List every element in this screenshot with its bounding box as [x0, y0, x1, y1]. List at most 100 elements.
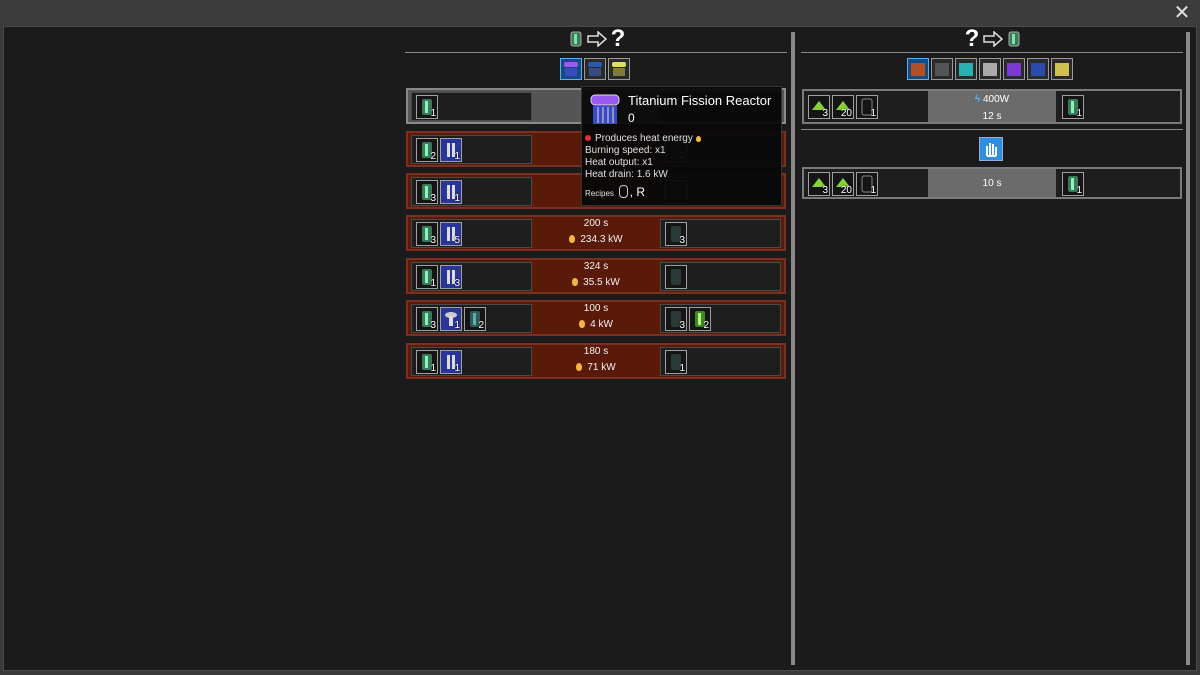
- empty-rod-icon[interactable]: 1: [856, 95, 878, 119]
- recipe-row[interactable]: 3 20 1 10 s 1: [802, 167, 1182, 199]
- right-scrollbar[interactable]: [1186, 32, 1190, 665]
- recipe-power: 35.5 kW: [583, 277, 620, 288]
- fuel-rod-icon[interactable]: 2: [416, 138, 438, 162]
- recipe-power: 400W: [982, 94, 1010, 105]
- empty-left-area: [4, 27, 404, 670]
- blue-rod-icon[interactable]: 3: [440, 265, 462, 289]
- yellow-machine-icon[interactable]: [1051, 58, 1073, 80]
- spent-rod-icon[interactable]: 1: [665, 350, 687, 374]
- input-slots: 1 3: [411, 262, 532, 291]
- purple-reactor-icon[interactable]: [560, 58, 582, 80]
- recipe-time: 10 s: [982, 178, 1002, 189]
- fuel-rod-icon[interactable]: 1: [1062, 172, 1084, 196]
- window-titlebar: ✕: [0, 0, 1200, 26]
- empty-rod-icon[interactable]: 1: [856, 172, 878, 196]
- output-slots: 3 2: [660, 304, 781, 333]
- recipe-power: 4 kW: [590, 319, 613, 330]
- right-section-divider: [801, 129, 1183, 130]
- recipe-power-line: ϟ 400W: [928, 94, 1056, 105]
- recipe-time: 12 s: [982, 111, 1002, 122]
- recipe-stats: 200 s 234.3 kW: [534, 217, 658, 249]
- heat-flame-icon: [576, 363, 583, 371]
- usage-header: ?: [560, 26, 634, 52]
- tooltip-recipes-hint: Recipes , R: [585, 185, 646, 199]
- input-slots: 3 1: [411, 177, 532, 206]
- recipe-power: 71 kW: [587, 362, 616, 373]
- silver-machine-icon[interactable]: [979, 58, 1001, 80]
- fuel-rod-icon[interactable]: 3: [416, 180, 438, 204]
- right-header-divider: [801, 52, 1183, 53]
- hand-craft-icon[interactable]: [979, 137, 1003, 161]
- fuel-rod-icon[interactable]: 1: [416, 265, 438, 289]
- recipe-time: 100 s: [583, 303, 609, 314]
- recipe-row[interactable]: 3 20 1 ϟ 400W 12 s 1: [802, 89, 1182, 124]
- blue-capsule-icon[interactable]: 1: [440, 307, 462, 331]
- recipe-row[interactable]: 1 1 180 s 71 kW 1: [406, 343, 786, 379]
- orange-machine-icon[interactable]: [907, 58, 929, 80]
- tooltip-produces: Produces heat energy: [585, 133, 701, 144]
- heat-flame-icon: [569, 235, 576, 243]
- fuel-rod-icon[interactable]: 2: [464, 307, 486, 331]
- input-slots: 3 5: [411, 219, 532, 248]
- unknown-source-label: ?: [964, 25, 980, 52]
- green-ore-icon[interactable]: 20: [832, 172, 854, 196]
- output-slots: 1: [660, 347, 781, 376]
- recipe-row[interactable]: 1 3 324 s 35.5 kW: [406, 258, 786, 294]
- recipe-row[interactable]: 3 5 200 s 234.3 kW 3: [406, 215, 786, 251]
- purple-machine-icon[interactable]: [1003, 58, 1025, 80]
- fuel-rod-icon[interactable]: 3: [416, 307, 438, 331]
- lightning-icon: ϟ: [974, 94, 981, 105]
- unknown-target-label: ?: [610, 25, 626, 52]
- left-header-divider: [405, 52, 787, 53]
- fuel-rod-icon: [570, 31, 582, 47]
- tooltip-heat-output: Heat output: x1: [585, 157, 653, 168]
- heat-flame-icon: [572, 278, 579, 286]
- input-slots: 3 1 2: [411, 304, 532, 333]
- fuel-rod-icon: [1008, 31, 1020, 47]
- recipe-stats: 180 s 71 kW: [534, 345, 658, 377]
- yellow-reactor-icon[interactable]: [608, 58, 630, 80]
- recipe-time: 324 s: [583, 261, 609, 272]
- recipe-header: ?: [963, 26, 1023, 52]
- spent-rod-icon[interactable]: 3: [665, 307, 687, 331]
- blue-machine-icon[interactable]: [1027, 58, 1049, 80]
- green-ore-icon[interactable]: 3: [808, 172, 830, 196]
- recipe-row[interactable]: 3 1 2 100 s 4 kW 3 2: [406, 300, 786, 336]
- teal-machine-icon[interactable]: [955, 58, 977, 80]
- blue-reactor-icon[interactable]: [584, 58, 606, 80]
- fuel-rod-icon[interactable]: 1: [416, 95, 438, 119]
- input-slots: 2 1: [411, 135, 532, 164]
- green-ore-icon[interactable]: 20: [832, 95, 854, 119]
- green-cell-icon[interactable]: 2: [689, 307, 711, 331]
- close-button[interactable]: ✕: [1172, 3, 1192, 23]
- tooltip-title: Titanium Fission Reactor: [628, 93, 772, 108]
- spent-rod-icon[interactable]: [665, 265, 687, 289]
- recipe-stats: 324 s 35.5 kW: [534, 260, 658, 292]
- blue-rod-icon[interactable]: 1: [440, 138, 462, 162]
- right-machine-tabs: [907, 58, 1073, 80]
- item-tooltip: Titanium Fission Reactor 0 Produces heat…: [581, 86, 782, 206]
- fuel-rod-icon[interactable]: 1: [1062, 95, 1084, 119]
- titanium-fission-reactor-icon: [590, 94, 620, 124]
- input-slots: 1: [411, 92, 532, 121]
- left-scrollbar[interactable]: [791, 32, 795, 665]
- blue-rod-icon[interactable]: 1: [440, 180, 462, 204]
- blue-rod-icon[interactable]: 5: [440, 222, 462, 246]
- recipe-stats: ϟ 400W 12 s: [928, 91, 1056, 122]
- output-slots: [660, 262, 781, 291]
- fuel-rod-icon[interactable]: 1: [416, 350, 438, 374]
- recipe-time: 200 s: [583, 218, 609, 229]
- green-ore-icon[interactable]: 3: [808, 95, 830, 119]
- blue-rod-icon[interactable]: 1: [440, 350, 462, 374]
- fuel-rod-icon[interactable]: 3: [416, 222, 438, 246]
- red-dot-icon: [585, 135, 591, 141]
- heat-flame-icon: [579, 320, 586, 328]
- tooltip-heat-drain: Heat drain: 1.6 kW: [585, 169, 668, 180]
- recipe-stats: 100 s 4 kW: [534, 302, 658, 334]
- spent-rod-icon[interactable]: 3: [665, 222, 687, 246]
- recipe-time: 180 s: [583, 346, 609, 357]
- heat-flame-icon: [695, 136, 701, 142]
- gray-machine-icon[interactable]: [931, 58, 953, 80]
- tooltip-count: 0: [628, 111, 635, 125]
- mouse-icon: [618, 185, 628, 198]
